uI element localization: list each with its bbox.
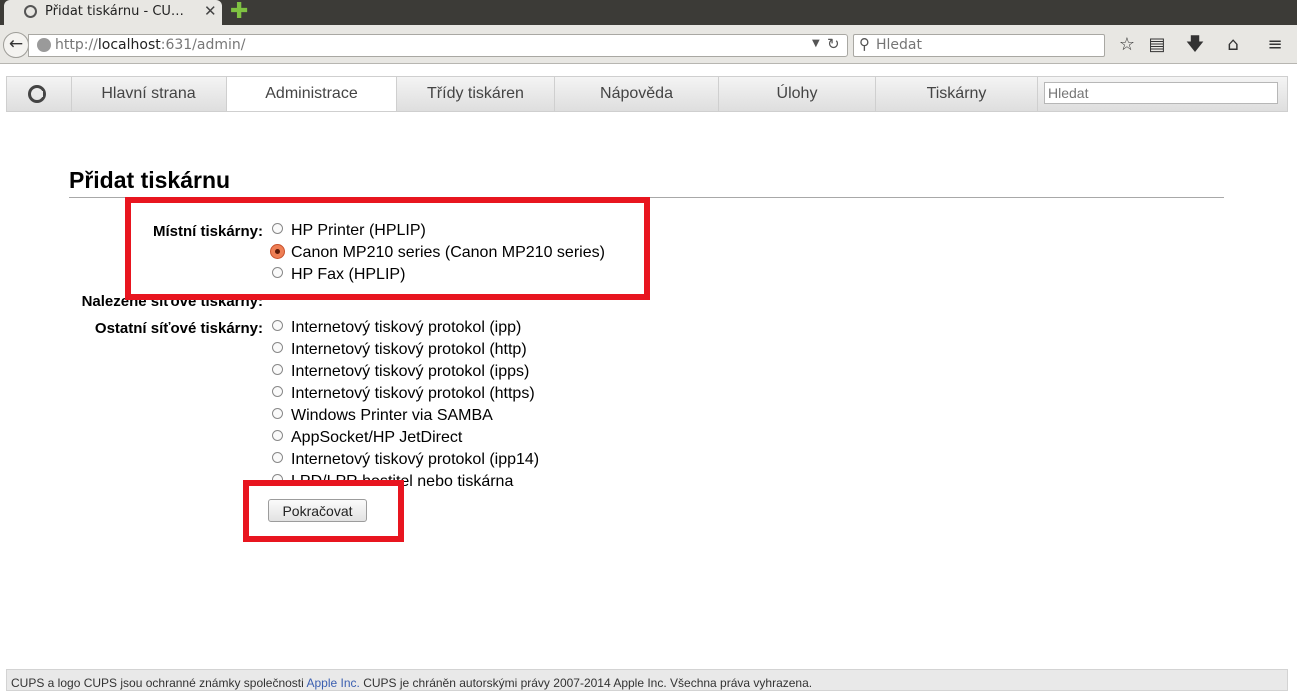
option-label: Internetový tiskový protokol (ipp14) <box>291 451 540 468</box>
radio-button[interactable] <box>272 408 283 420</box>
browser-toolbar: ← http://localhost:631/admin/ ▼ ↻ ⚲ ☆ ▤ … <box>0 25 1297 64</box>
cups-navigation-bar: Hlavní strana Administrace Třídy tiskáre… <box>6 76 1288 112</box>
back-button[interactable]: ← <box>3 32 29 58</box>
cups-search-input[interactable] <box>1044 82 1278 104</box>
site-identity-icon[interactable] <box>37 38 51 52</box>
tab-home[interactable]: Hlavní strana <box>71 77 227 111</box>
tab-help[interactable]: Nápověda <box>555 77 719 111</box>
back-arrow-icon: ← <box>8 34 24 54</box>
browser-tab-title: Přidat tiskárnu - CU… <box>45 4 184 19</box>
cups-logo[interactable] <box>7 77 72 111</box>
reload-icon[interactable]: ↻ <box>827 35 840 53</box>
reading-list-icon[interactable]: ▤ <box>1146 34 1168 56</box>
url-host: localhost <box>97 37 161 53</box>
network-printer-option[interactable]: Windows Printer via SAMBA <box>272 407 493 427</box>
footer-copyright: CUPS je chráněn autorskými právy 2007-20… <box>359 676 813 690</box>
option-label: Internetový tiskový protokol (ipp) <box>291 319 522 336</box>
browser-tab-strip: Přidat tiskárnu - CU… ✕ ✚ <box>0 0 1297 25</box>
page-footer: CUPS a logo CUPS jsou ochranné známky sp… <box>6 669 1288 691</box>
url-bar[interactable]: http://localhost:631/admin/ ▼ ↻ <box>28 34 848 57</box>
url-history-dropdown-icon[interactable]: ▼ <box>812 38 820 49</box>
highlight-local-printers <box>125 197 650 300</box>
url-text: http://localhost:631/admin/ <box>55 37 245 53</box>
radio-button[interactable] <box>272 452 283 464</box>
network-printer-option[interactable]: Internetový tiskový protokol (ipp) <box>272 319 521 339</box>
home-icon[interactable]: ⌂ <box>1222 34 1244 56</box>
option-label: Windows Printer via SAMBA <box>291 407 493 424</box>
cups-favicon-icon <box>24 5 37 18</box>
radio-button[interactable] <box>272 342 283 354</box>
tab-jobs[interactable]: Úlohy <box>719 77 876 111</box>
new-tab-icon[interactable]: ✚ <box>230 1 248 23</box>
tab-printers[interactable]: Tiskárny <box>876 77 1038 111</box>
close-tab-icon[interactable]: ✕ <box>204 3 217 20</box>
url-scheme: http:// <box>55 37 98 53</box>
cups-logo-icon <box>28 85 46 103</box>
radio-button[interactable] <box>272 364 283 376</box>
network-printer-option[interactable]: Internetový tiskový protokol (https) <box>272 385 535 405</box>
option-label: AppSocket/HP JetDirect <box>291 429 463 446</box>
page-title: Přidat tiskárnu <box>69 167 231 193</box>
radio-button[interactable] <box>272 430 283 442</box>
tab-printer-classes[interactable]: Třídy tiskáren <box>397 77 555 111</box>
network-printer-option[interactable]: Internetový tiskový protokol (http) <box>272 341 527 361</box>
network-printer-option[interactable]: Internetový tiskový protokol (ipp14) <box>272 451 539 471</box>
network-printer-option[interactable]: Internetový tiskový protokol (ipps) <box>272 363 529 383</box>
browser-search-input[interactable] <box>876 37 1096 53</box>
option-label: Internetový tiskový protokol (https) <box>291 385 535 402</box>
network-printer-option[interactable]: AppSocket/HP JetDirect <box>272 429 462 449</box>
footer-text: CUPS a logo CUPS jsou ochranné známky sp… <box>11 676 307 690</box>
apple-link[interactable]: Apple Inc. <box>306 676 359 690</box>
download-icon[interactable]: 🡇 <box>1184 34 1206 56</box>
radio-button[interactable] <box>272 320 283 332</box>
tab-administration[interactable]: Administrace <box>227 77 397 111</box>
option-label: Internetový tiskový protokol (http) <box>291 341 527 358</box>
highlight-continue-button <box>243 480 404 542</box>
url-path: :631/admin/ <box>160 37 246 53</box>
option-label: Internetový tiskový protokol (ipps) <box>291 363 530 380</box>
browser-tab[interactable]: Přidat tiskárnu - CU… ✕ <box>4 0 222 25</box>
browser-search-box[interactable]: ⚲ <box>853 34 1105 57</box>
other-printers-label: Ostatní síťové tiskárny: <box>94 320 263 337</box>
menu-icon[interactable]: ≡ <box>1264 34 1286 56</box>
search-engine-icon[interactable]: ⚲ <box>859 35 870 53</box>
bookmark-star-icon[interactable]: ☆ <box>1116 34 1138 56</box>
radio-button[interactable] <box>272 386 283 398</box>
